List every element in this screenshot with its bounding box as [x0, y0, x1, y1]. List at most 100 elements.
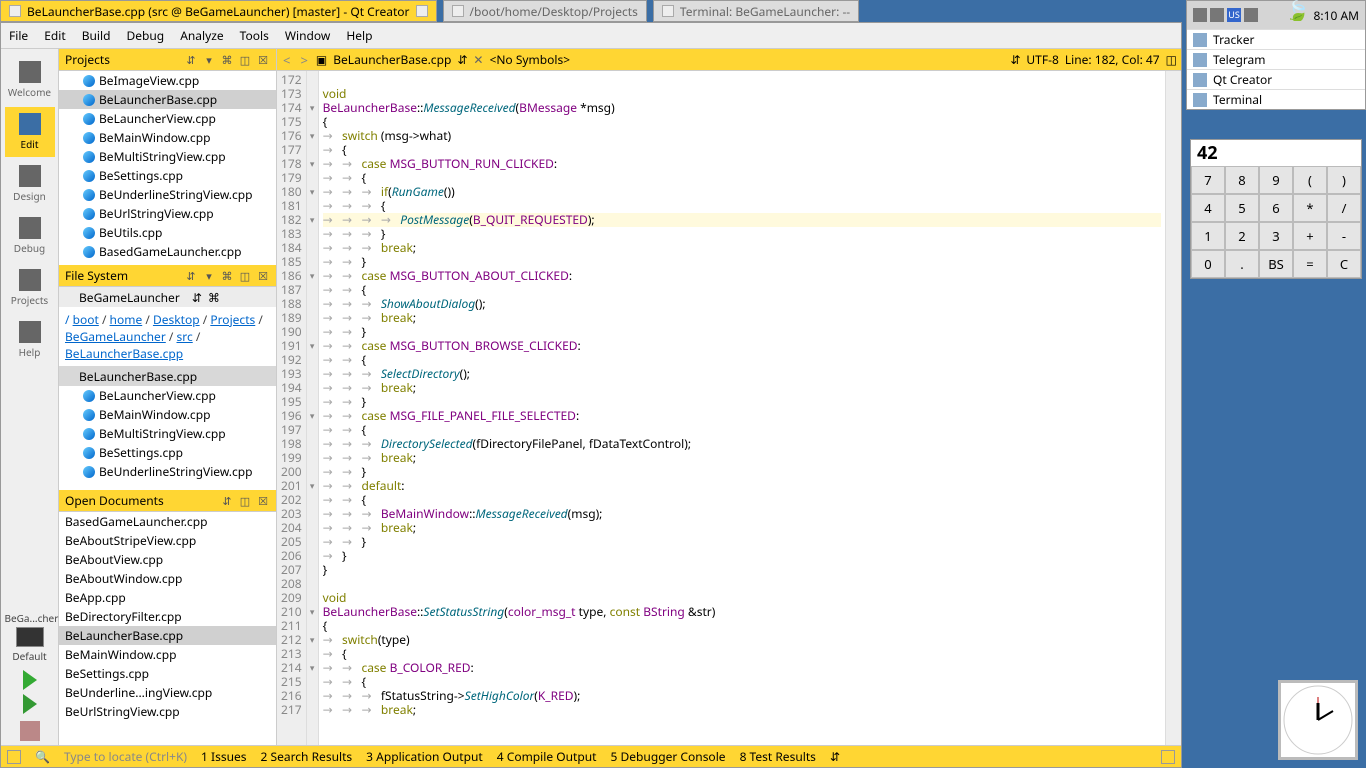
list-item[interactable]: BeUnderline...ingView.cpp — [59, 683, 276, 702]
mode-edit[interactable]: Edit — [5, 107, 55, 157]
run-debug-button[interactable] — [23, 694, 37, 714]
output-tab[interactable]: 4 Compile Output — [497, 748, 597, 765]
list-item[interactable]: BeLauncherView.cpp — [59, 109, 276, 128]
list-item[interactable]: BeLauncherBase.cpp — [59, 90, 276, 109]
calc-key-C[interactable]: C — [1327, 250, 1361, 278]
mode-debug[interactable]: Debug — [5, 211, 55, 261]
deskbar-app[interactable]: Telegram — [1187, 49, 1365, 69]
list-item[interactable]: BeAboutView.cpp — [59, 550, 276, 569]
output-tab[interactable]: 2 Search Results — [261, 748, 353, 765]
tray-icon[interactable] — [1193, 8, 1207, 22]
calc-key-=[interactable]: = — [1293, 250, 1327, 278]
calc-key-/[interactable]: / — [1327, 194, 1361, 222]
breadcrumb-link[interactable]: BeGameLauncher — [65, 328, 166, 345]
list-item[interactable]: BeMultiStringView.cpp — [59, 147, 276, 166]
list-item[interactable]: BeUrlStringView.cpp — [59, 702, 276, 721]
projects-pane-header[interactable]: Projects ⇵ ▾ ⌘ ◫ ☒ — [59, 49, 276, 71]
link-icon[interactable]: ⌘ — [220, 269, 234, 283]
calc-key-*[interactable]: * — [1293, 194, 1327, 222]
list-item[interactable]: BeImageView.cpp — [59, 71, 276, 90]
link-icon[interactable]: ⌘ — [220, 53, 234, 67]
build-button[interactable] — [20, 721, 40, 741]
split-icon[interactable]: ◫ — [238, 53, 252, 67]
chevron-down-icon[interactable]: ⇵ — [830, 748, 840, 765]
menu-file[interactable]: File — [9, 27, 28, 44]
bookmark-icon[interactable]: ▣ — [316, 51, 327, 68]
fs-project-row[interactable]: BeGameLauncher ⇵⌘ — [59, 287, 276, 307]
list-item[interactable]: BeMainWindow.cpp — [59, 128, 276, 147]
output-tab[interactable]: 3 Application Output — [366, 748, 483, 765]
menu-window[interactable]: Window — [285, 27, 331, 44]
calc-key-4[interactable]: 4 — [1191, 194, 1225, 222]
list-item[interactable]: BeSettings.cpp — [59, 166, 276, 185]
list-item[interactable]: BeLauncherView.cpp — [59, 386, 276, 405]
mode-welcome[interactable]: Welcome — [5, 55, 55, 105]
close-icon[interactable]: ☒ — [256, 494, 270, 508]
tray-icon[interactable] — [1210, 8, 1224, 22]
split-icon[interactable]: ◫ — [238, 269, 252, 283]
window-titlebar[interactable]: /boot/home/Desktop/Projects — [443, 0, 647, 22]
menu-edit[interactable]: Edit — [44, 27, 65, 44]
calc-key-9[interactable]: 9 — [1259, 166, 1293, 194]
close-icon[interactable]: ☒ — [256, 53, 270, 67]
list-item[interactable]: BeMainWindow.cpp — [59, 645, 276, 664]
mode-design[interactable]: Design — [5, 159, 55, 209]
leaf-icon[interactable]: 🍃 — [1285, 0, 1325, 21]
calc-key-0[interactable]: 0 — [1191, 250, 1225, 278]
calc-key-([interactable]: ( — [1293, 166, 1327, 194]
calc-key-3[interactable]: 3 — [1259, 222, 1293, 250]
vertical-scrollbar[interactable] — [1165, 71, 1181, 745]
breadcrumb-link[interactable]: Projects — [210, 311, 255, 328]
breadcrumb-link[interactable]: src — [177, 328, 193, 345]
run-button[interactable] — [23, 670, 37, 690]
close-icon[interactable] — [9, 5, 21, 17]
calc-key-)[interactable]: ) — [1327, 166, 1361, 194]
funnel-icon[interactable]: ▾ — [202, 269, 216, 283]
list-item[interactable]: BeUrlStringView.cpp — [59, 204, 276, 223]
menu-help[interactable]: Help — [346, 27, 372, 44]
calc-display[interactable]: 42 — [1191, 140, 1361, 166]
split-editor-icon[interactable]: ◫ — [1166, 51, 1177, 68]
calc-key-6[interactable]: 6 — [1259, 194, 1293, 222]
fs-current-row[interactable]: BeLauncherBase.cpp — [59, 366, 276, 386]
deskbar-app[interactable]: Terminal — [1187, 89, 1365, 109]
breadcrumb-link[interactable]: Desktop — [153, 311, 200, 328]
breadcrumb-link[interactable]: home — [110, 311, 143, 328]
menu-build[interactable]: Build — [82, 27, 111, 44]
filesystem-pane-header[interactable]: File System ⇵ ▾ ⌘ ◫ ☒ — [59, 265, 276, 287]
split-icon[interactable]: ◫ — [238, 494, 252, 508]
breadcrumb-link[interactable]: BeLauncherBase.cpp — [65, 345, 183, 362]
zoom-icon[interactable] — [416, 5, 428, 17]
mode-help[interactable]: Help — [5, 315, 55, 365]
list-item[interactable]: BeAboutWindow.cpp — [59, 569, 276, 588]
list-item[interactable]: BeLauncherBase.cpp — [59, 626, 276, 645]
list-item[interactable]: BeMultiStringView.cpp — [59, 424, 276, 443]
list-item[interactable]: BeMainWindow.cpp — [59, 405, 276, 424]
locator-input[interactable]: Type to locate (Ctrl+K) — [64, 748, 187, 765]
breadcrumb-link[interactable]: boot — [73, 311, 99, 328]
calc-key-1[interactable]: 1 — [1191, 222, 1225, 250]
close-icon[interactable]: ☒ — [256, 269, 270, 283]
filter-icon[interactable]: ⇵ — [184, 53, 198, 67]
close-file-button[interactable]: ✕ — [473, 51, 483, 68]
calc-key-5[interactable]: 5 — [1225, 194, 1259, 222]
analog-clock[interactable] — [1278, 680, 1358, 760]
window-titlebar[interactable]: BeLauncherBase.cpp (src @ BeGameLauncher… — [0, 0, 437, 22]
list-item[interactable]: BeUtils.cpp — [59, 223, 276, 242]
deskbar-app[interactable]: Qt Creator — [1187, 69, 1365, 89]
menu-analyze[interactable]: Analyze — [180, 27, 223, 44]
menu-tools[interactable]: Tools — [240, 27, 269, 44]
code-editor[interactable]: 172 173 174 175 176 177 178 179 180 181 … — [277, 71, 1181, 745]
deskbar-app[interactable]: Tracker — [1187, 29, 1365, 49]
keyboard-indicator[interactable]: US — [1227, 8, 1241, 22]
calc-key-7[interactable]: 7 — [1191, 166, 1225, 194]
opendocs-pane-header[interactable]: Open Documents ⇵ ◫ ☒ — [59, 490, 276, 512]
output-tab[interactable]: 1 Issues — [201, 748, 246, 765]
target-selector[interactable]: BeGa...cherDefault — [5, 607, 55, 667]
calc-key-2[interactable]: 2 — [1225, 222, 1259, 250]
mode-projects[interactable]: Projects — [5, 263, 55, 313]
sidebar-toggle-icon[interactable] — [7, 750, 21, 764]
window-titlebar[interactable]: Terminal: BeGameLauncher: -- — [653, 0, 859, 22]
list-item[interactable]: BeUnderlineStringView.cpp — [59, 185, 276, 204]
symbols-combo[interactable]: <No Symbols> — [489, 51, 570, 68]
